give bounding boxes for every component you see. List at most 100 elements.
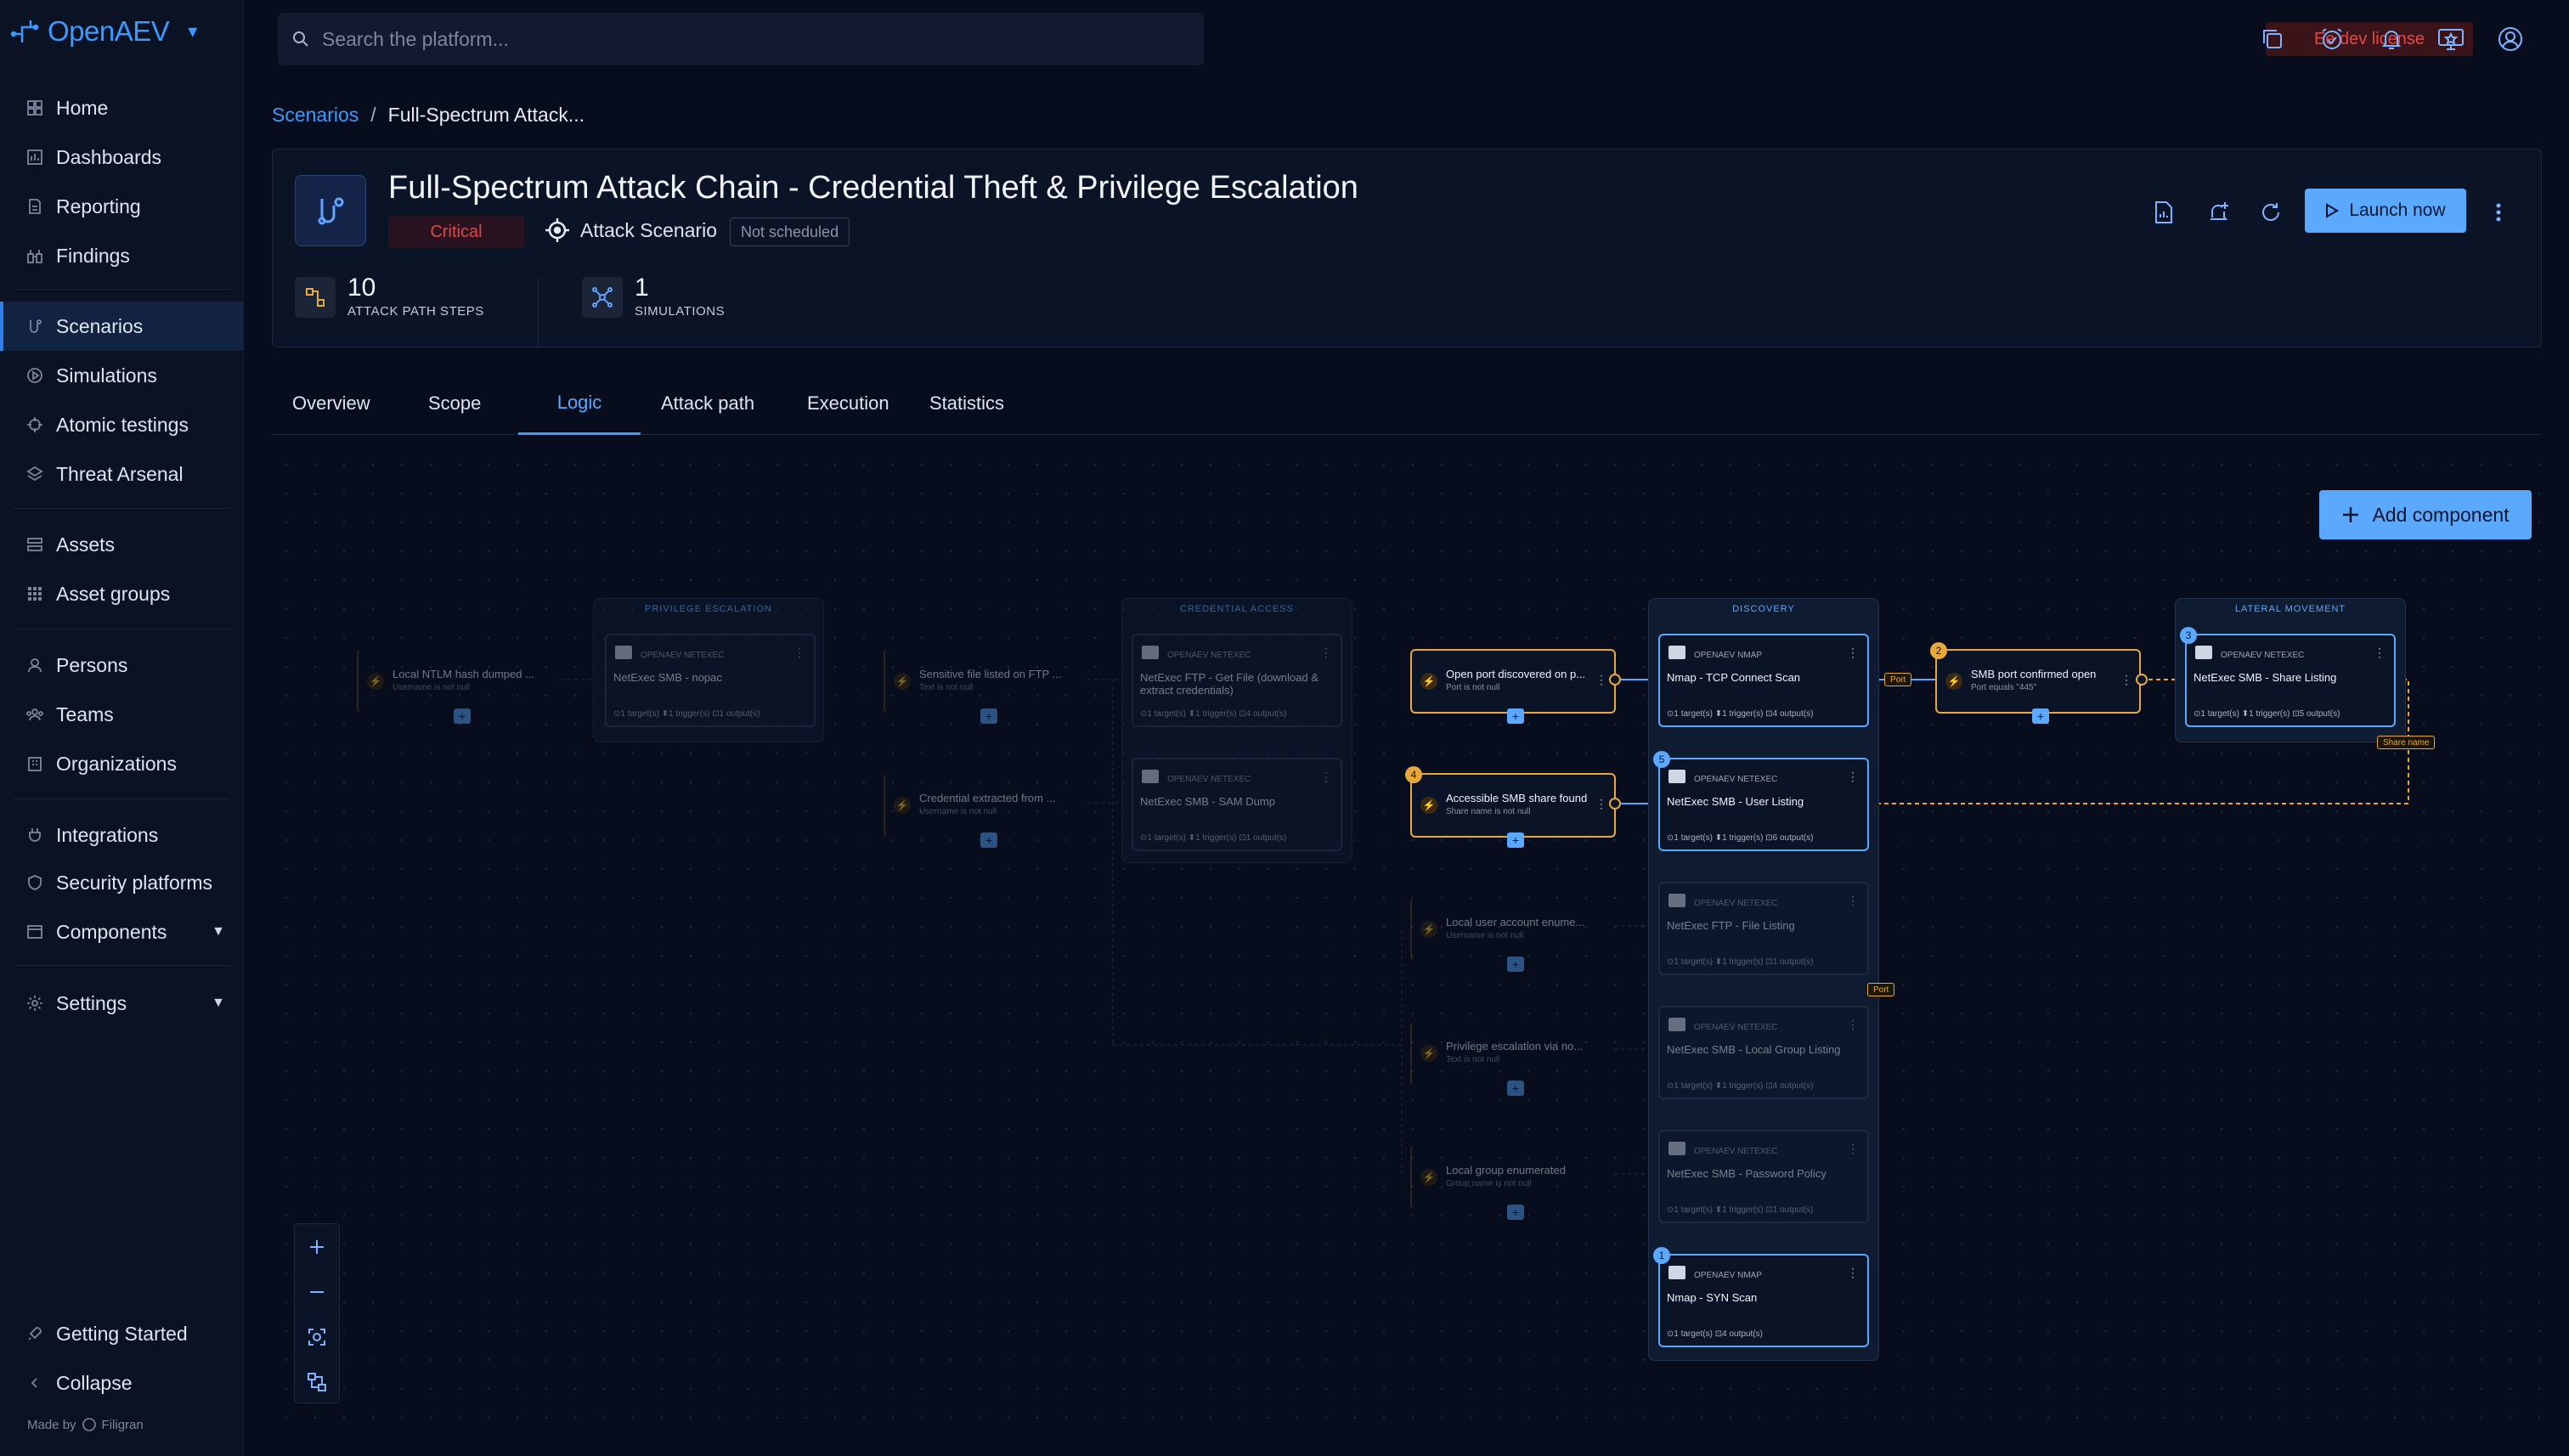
add-icon[interactable]: + — [980, 832, 997, 848]
condition-title: Sensitive file listed on FTP ... — [919, 668, 1062, 680]
inject-name: NetExec SMB - Share Listing — [2194, 671, 2337, 684]
bolt-icon: ⚡ — [894, 797, 911, 814]
more-vertical-icon[interactable]: ⋮ — [1595, 797, 1607, 811]
more-vertical-icon[interactable]: ⋮ — [2374, 646, 2386, 660]
provider-icon — [1142, 646, 1159, 659]
step-number-badge: 4 — [1405, 766, 1422, 783]
more-vertical-icon[interactable]: ⋮ — [1847, 646, 1859, 660]
edge-label: Port — [1867, 983, 1895, 996]
add-icon[interactable]: + — [454, 708, 471, 724]
group-title: CREDENTIAL ACCESS — [1180, 604, 1294, 614]
edge-handle[interactable] — [1609, 674, 1621, 686]
inject-node[interactable]: OPENAEV NETEXEC ⋮ NetExec SMB - Password P… — [1658, 1130, 1869, 1223]
auto-layout-icon[interactable] — [295, 1359, 339, 1404]
step-number-badge: 5 — [1653, 751, 1670, 768]
inject-meta: ⊙1 target(s) ⬍1 trigger(s) ⊡6 output(s) — [1667, 833, 1814, 843]
edge-handle[interactable] — [1609, 798, 1621, 810]
condition-title: Local NTLM hash dumped ... — [392, 668, 534, 680]
edge-handle[interactable] — [2136, 674, 2148, 686]
inject-node[interactable]: OPENAEV NETEXEC ⋮ NetExec SMB - SAM Dump ⊙1… — [1132, 758, 1342, 851]
provider-icon — [1668, 894, 1685, 907]
more-vertical-icon[interactable]: ⋮ — [1320, 770, 1332, 784]
step-number-badge: 2 — [1930, 642, 1947, 659]
inject-name: NetExec SMB - SAM Dump — [1140, 795, 1275, 808]
add-icon[interactable]: + — [1507, 957, 1524, 972]
condition-title: Local user account enume... — [1446, 916, 1585, 928]
inject-node[interactable]: OPENAEV NETEXEC ⋮ NetExec FTP - Get File (… — [1132, 634, 1342, 727]
inject-meta: ⊙1 target(s) ⬍1 trigger(s) ⊡1 output(s) — [1667, 957, 1814, 967]
zoom-out-icon[interactable] — [295, 1269, 339, 1314]
condition-node[interactable]: ⚡ Sensitive file listed on FTP ... Text is… — [884, 649, 1089, 724]
condition-node[interactable]: ⚡ Local user account enume... Username is … — [1410, 897, 1616, 972]
inject-name: NetExec SMB - Password Policy — [1667, 1167, 1827, 1180]
more-vertical-icon[interactable]: ⋮ — [1847, 894, 1859, 908]
condition-node[interactable]: ⚡ Credential extracted from ... Username i… — [884, 773, 1089, 848]
provider-icon — [1668, 1018, 1685, 1031]
add-icon[interactable]: + — [1507, 1205, 1524, 1220]
inject-node[interactable]: 5 OPENAEV NETEXEC ⋮ NetExec SMB - User List… — [1653, 751, 1869, 851]
bolt-icon: ⚡ — [1420, 921, 1437, 938]
more-vertical-icon[interactable]: ⋮ — [2120, 673, 2132, 687]
condition-node[interactable]: ⚡ Local NTLM hash dumped ... Username is n… — [357, 649, 562, 724]
inject-node[interactable]: OPENAEV NETEXEC ⋮ NetExec FTP - File Listi… — [1658, 882, 1869, 975]
provider-label: OPENAEV NETEXEC — [2221, 651, 2305, 660]
condition-title: Open port discovered on p... — [1446, 668, 1586, 680]
more-vertical-icon[interactable]: ⋮ — [1595, 673, 1607, 687]
inject-meta: ⊙1 target(s) ⬍1 trigger(s) ⊡1 output(s) — [1140, 833, 1287, 843]
bolt-icon: ⚡ — [1420, 797, 1437, 814]
inject-node[interactable]: 3 OPENAEV NETEXEC ⋮ NetExec SMB - Share Lis… — [2180, 627, 2396, 727]
inject-node[interactable]: OPENAEV NMAP ⋮ Nmap - TCP Connect Scan ⊙1 t… — [1658, 634, 1869, 727]
condition-node[interactable]: ⚡ Local group enumerated Group name is not… — [1410, 1145, 1616, 1220]
provider-icon — [1668, 1142, 1685, 1155]
add-icon[interactable]: + — [1507, 832, 1524, 848]
condition-title: SMB port confirmed open — [1971, 668, 2097, 680]
add-component-button[interactable]: Add component — [2319, 490, 2532, 539]
inject-name: NetExec FTP - File Listing — [1667, 919, 1795, 932]
provider-label: OPENAEV NETEXEC — [1694, 1147, 1778, 1156]
provider-label: OPENAEV NETEXEC — [1167, 775, 1251, 784]
add-icon[interactable]: + — [980, 708, 997, 724]
add-icon[interactable]: + — [1507, 1081, 1524, 1096]
more-vertical-icon[interactable]: ⋮ — [1847, 770, 1859, 784]
provider-label: OPENAEV NETEXEC — [1167, 651, 1251, 660]
condition-subtitle: Username is not null — [1446, 931, 1524, 940]
group-title: PRIVILEGE ESCALATION — [644, 604, 772, 614]
bolt-icon: ⚡ — [1420, 673, 1437, 690]
zoom-in-icon[interactable] — [295, 1224, 339, 1269]
condition-subtitle: Share name is not null — [1446, 807, 1531, 816]
plus-icon — [2343, 507, 2359, 522]
bolt-icon: ⚡ — [367, 673, 384, 690]
edge-label: Port — [1884, 673, 1912, 686]
provider-icon — [615, 646, 632, 659]
inject-node[interactable]: OPENAEV NETEXEC ⋮ NetExec SMB - Local Grou… — [1658, 1006, 1869, 1099]
condition-subtitle: Text is not null — [1446, 1055, 1500, 1064]
inject-meta: ⊙1 target(s) ⬍1 trigger(s) ⊡5 output(s) — [2194, 709, 2340, 719]
condition-title: Credential extracted from ... — [919, 792, 1056, 804]
inject-node[interactable]: 1 OPENAEV NMAP ⋮ Nmap - SYN Scan ⊙1 target(s… — [1653, 1247, 1869, 1347]
inject-meta: ⊙1 target(s) ⬍1 trigger(s) ⊡4 output(s) — [1667, 1081, 1814, 1091]
group-title: DISCOVERY — [1732, 604, 1795, 614]
add-icon[interactable]: + — [2032, 708, 2049, 724]
provider-label: OPENAEV NETEXEC — [1694, 899, 1778, 908]
condition-node[interactable]: 4 ⚡ Accessible SMB share found Share name i… — [1405, 766, 1616, 848]
step-number-badge: 3 — [2180, 627, 2197, 644]
more-vertical-icon[interactable]: ⋮ — [1847, 1018, 1859, 1032]
condition-node[interactable]: ⚡ Privilege escalation via no... Text is n… — [1410, 1021, 1616, 1096]
fit-view-icon[interactable] — [295, 1314, 339, 1359]
condition-node[interactable]: ⚡ Open port discovered on p... Port is not… — [1410, 649, 1616, 724]
condition-title: Privilege escalation via no... — [1446, 1040, 1584, 1052]
more-vertical-icon[interactable]: ⋮ — [1847, 1266, 1859, 1280]
condition-subtitle: Text is not null — [919, 683, 974, 692]
condition-subtitle: Port is not null — [1446, 683, 1500, 692]
inject-name: NetExec FTP - Get File (download & extra… — [1140, 671, 1319, 697]
more-vertical-icon[interactable]: ⋮ — [1847, 1142, 1859, 1156]
condition-node[interactable]: 2 ⚡ SMB port confirmed open Port equals "44… — [1930, 642, 2141, 724]
inject-node[interactable]: OPENAEV NETEXEC ⋮ NetExec SMB - nopac ⊙1 ta… — [605, 634, 816, 727]
bolt-icon: ⚡ — [1420, 1045, 1437, 1062]
bolt-icon: ⚡ — [894, 673, 911, 690]
inject-meta: ⊙1 target(s) ⬍1 trigger(s) ⊡4 output(s) — [1140, 709, 1287, 719]
zoom-controls — [294, 1223, 340, 1403]
add-icon[interactable]: + — [1507, 708, 1524, 724]
more-vertical-icon[interactable]: ⋮ — [793, 646, 805, 660]
more-vertical-icon[interactable]: ⋮ — [1320, 646, 1332, 660]
